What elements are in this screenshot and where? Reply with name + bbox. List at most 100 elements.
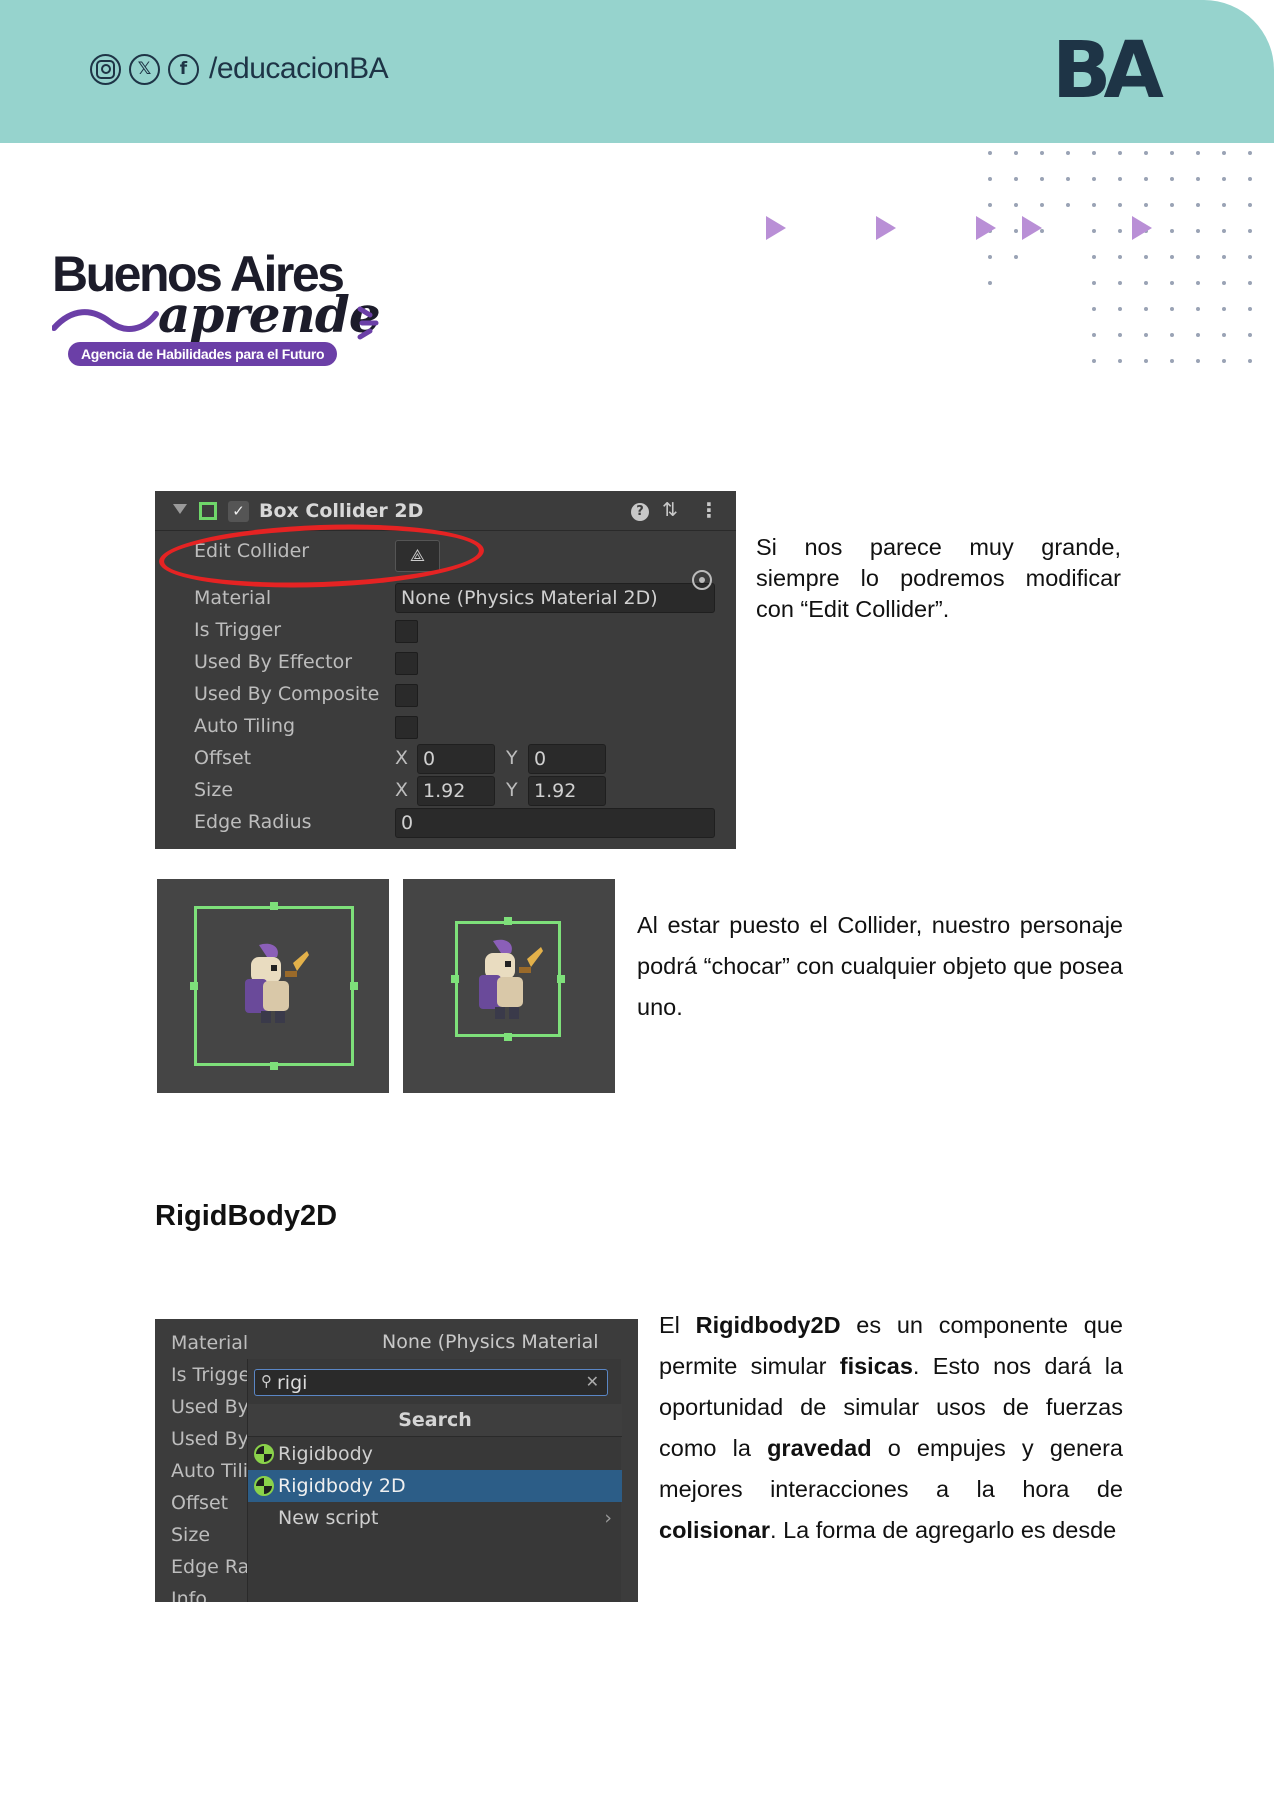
size-y-label: Y: [506, 779, 518, 801]
decorative-dot: [1248, 151, 1252, 155]
decorative-dot: [1092, 333, 1096, 337]
arrow-icon: [1022, 216, 1042, 240]
knight-sprite-icon: [245, 943, 309, 1023]
decorative-dot: [1092, 177, 1096, 181]
arrow-icon: [976, 216, 996, 240]
auto-tiling-checkbox[interactable]: [395, 716, 418, 739]
decorative-dot: [1092, 359, 1096, 363]
panel-label: Auto Tili: [171, 1460, 249, 1482]
material-field[interactable]: None (Physics Material 2D): [370, 1328, 638, 1381]
social-handle[interactable]: /educacionBA: [209, 52, 389, 86]
collider-handle[interactable]: [451, 975, 459, 983]
component-header: ✓ Box Collider 2D ? ⇅ ⋮: [155, 491, 736, 531]
decorative-dot: [1014, 177, 1018, 181]
menu-item-label: Rigidbody 2D: [278, 1475, 406, 1497]
decorative-dot: [1248, 359, 1252, 363]
facebook-icon[interactable]: f: [168, 53, 199, 85]
decorative-dot: [1248, 255, 1252, 259]
rigidbody-icon: [254, 1476, 274, 1496]
decorative-dot: [1222, 359, 1226, 363]
offset-y-field[interactable]: 0: [528, 744, 606, 774]
decorative-dot: [1118, 359, 1122, 363]
x-icon[interactable]: 𝕏: [129, 53, 160, 85]
is-trigger-checkbox[interactable]: [395, 620, 418, 643]
size-y-field[interactable]: 1.92: [528, 776, 606, 806]
decorative-dot: [1066, 151, 1070, 155]
help-icon[interactable]: ?: [631, 503, 649, 521]
object-picker-icon[interactable]: [692, 570, 712, 590]
decorative-dot: [1196, 281, 1200, 285]
clear-icon[interactable]: ✕: [586, 1372, 599, 1391]
collider-handle[interactable]: [350, 982, 358, 990]
enabled-checkbox[interactable]: ✓: [228, 501, 249, 522]
decorative-dot: [1248, 281, 1252, 285]
panel-label: Info: [171, 1588, 207, 1602]
decorative-dot: [1222, 255, 1226, 259]
bold-term: fisicas: [839, 1353, 913, 1379]
decorative-dot: [1170, 177, 1174, 181]
decorative-dot: [1248, 333, 1252, 337]
menu-item-rigidbody-2d[interactable]: Rigidbody 2D: [248, 1470, 622, 1502]
size-x-field[interactable]: 1.92: [417, 776, 495, 806]
arrow-icon: [1132, 216, 1152, 240]
decorative-dot: [1170, 281, 1174, 285]
offset-x-field[interactable]: 0: [417, 744, 495, 774]
decorative-dot: [1196, 359, 1200, 363]
used-by-effector-checkbox[interactable]: [395, 652, 418, 675]
collider-handle[interactable]: [270, 902, 278, 910]
size-label: Size: [194, 779, 234, 801]
more-options-icon[interactable]: ⋮: [699, 498, 719, 522]
collider-handle[interactable]: [504, 1033, 512, 1041]
decorative-dot: [1170, 359, 1174, 363]
presets-icon[interactable]: ⇅: [662, 499, 678, 521]
menu-item-label: Rigidbody: [278, 1443, 373, 1465]
edge-radius-field[interactable]: 0: [395, 808, 715, 838]
used-by-composite-checkbox[interactable]: [395, 684, 418, 707]
logo-spark-icon: [357, 306, 379, 340]
decorative-dot: [1248, 307, 1252, 311]
collider-handle[interactable]: [504, 917, 512, 925]
collider-handle[interactable]: [270, 1062, 278, 1070]
collider-handle[interactable]: [190, 982, 198, 990]
decorative-dot: [1222, 229, 1226, 233]
decorative-dot: [1170, 333, 1174, 337]
paragraph-rigidbody: El Rigidbody2D es un componente que perm…: [659, 1305, 1123, 1551]
decorative-dot: [1144, 307, 1148, 311]
decorative-dot: [1144, 177, 1148, 181]
used-by-effector-label: Used By Effector: [194, 651, 353, 673]
decorative-dot: [1092, 151, 1096, 155]
offset-y-label: Y: [506, 747, 518, 769]
is-trigger-label: Is Trigger: [194, 619, 282, 641]
arrow-icon: [766, 216, 786, 240]
decorative-dot: [1118, 203, 1122, 207]
decorative-dot: [1144, 281, 1148, 285]
section-heading: RigidBody2D: [155, 1200, 338, 1232]
decorative-dot: [1118, 307, 1122, 311]
decorative-dot: [1222, 177, 1226, 181]
decorative-dot: [1170, 229, 1174, 233]
material-field[interactable]: None (Physics Material 2D): [395, 583, 715, 613]
component-search-input[interactable]: ⚲ rigi ✕: [254, 1369, 608, 1396]
decorative-dot: [1144, 333, 1148, 337]
instagram-icon[interactable]: [90, 53, 121, 85]
decorative-dot: [1196, 307, 1200, 311]
collider-handle[interactable]: [557, 975, 565, 983]
paragraph-edit-collider: Si nos parece muy grande, siempre lo pod…: [756, 534, 1121, 622]
edge-radius-label: Edge Radius: [194, 811, 312, 833]
menu-item-new-script[interactable]: New script ›: [248, 1502, 622, 1534]
menu-item-rigidbody[interactable]: Rigidbody: [248, 1438, 622, 1470]
decorative-dot: [1092, 307, 1096, 311]
search-icon: ⚲: [261, 1372, 272, 1390]
decorative-dot: [1144, 359, 1148, 363]
logo-badge: Agencia de Habilidades para el Futuro: [68, 342, 338, 366]
scene-view-fitted-collider: [403, 879, 615, 1093]
box-collider-panel: ✓ Box Collider 2D ? ⇅ ⋮ Edit Collider ⟁ …: [155, 491, 736, 849]
panel-label: Size: [171, 1524, 211, 1546]
auto-tiling-label: Auto Tiling: [194, 715, 296, 737]
decorative-dot: [1144, 255, 1148, 259]
header-band: 𝕏 f /educacionBA BA: [0, 0, 1274, 143]
panel-label: Offset: [171, 1492, 229, 1514]
bold-term: Rigidbody2D: [695, 1312, 841, 1338]
foldout-arrow-icon[interactable]: [173, 504, 187, 514]
text-run: El: [659, 1312, 696, 1338]
